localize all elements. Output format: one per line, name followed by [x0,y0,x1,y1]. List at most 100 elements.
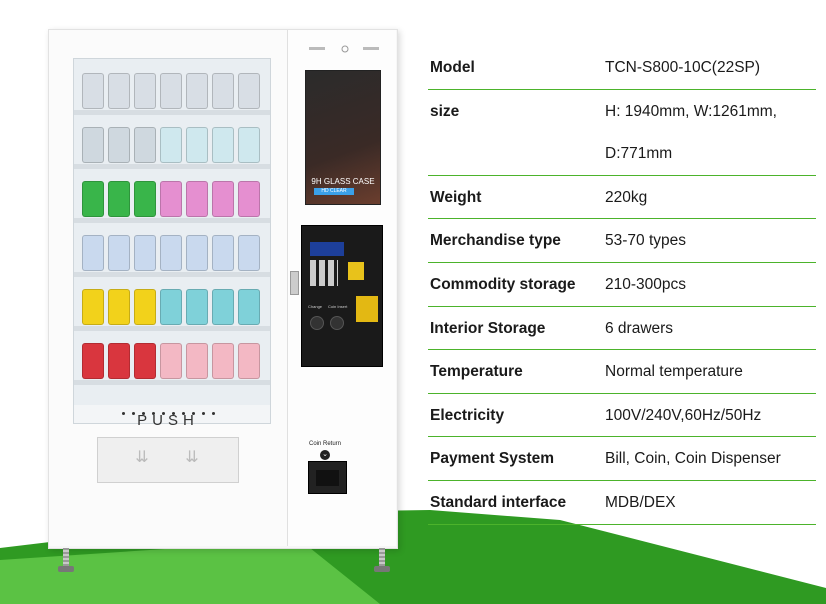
spec-value: 53-70 types [605,232,686,250]
product-shelf [74,175,270,223]
product-item [134,235,156,271]
product-shelf [74,121,270,169]
door-lock [290,271,299,295]
machine-foot [58,548,74,574]
spec-label: Electricity [430,406,505,424]
speaker-grille [309,45,379,53]
spec-row: Payment System Bill, Coin, Coin Dispenser [428,437,816,481]
vending-machine: PUSH ⇊ ⇊ 9H GLASS CASE HD CLEAR Change C… [48,29,398,549]
screen-badge: HD CLEAR [314,188,354,195]
spec-value: H: 1940mm, W:1261mm, [605,102,777,120]
product-item [186,73,208,109]
product-item [134,127,156,163]
spec-label: Merchandise type [430,232,561,250]
product-item [238,181,260,217]
spec-row: Merchandise type 53-70 types [428,219,816,263]
product-item [82,181,104,217]
spec-row: Commodity storage 210-300pcs [428,263,816,307]
chevron-down-icon: ⇊ [135,449,149,466]
product-item [238,73,260,109]
product-item [212,127,234,163]
machine-door: PUSH ⇊ ⇊ [49,30,288,546]
product-item [186,127,208,163]
change-button [310,316,324,330]
product-item [212,343,234,379]
product-item [186,181,208,217]
panel-label-change: Change [308,304,323,309]
product-item [108,73,130,109]
product-item [160,235,182,271]
product-item [160,127,182,163]
product-item [160,289,182,325]
product-shelf [74,283,270,331]
coin-return-label: Coin Return [308,441,341,447]
spec-row: Model TCN-S800-10C(22SP) [428,46,816,90]
advertising-screen: 9H GLASS CASE HD CLEAR [305,70,381,205]
product-item [212,73,234,109]
product-item [134,289,156,325]
spec-row: Interior Storage 6 drawers [428,307,816,351]
spec-label: Model [430,59,475,76]
spec-row: Weight 220kg [428,176,816,220]
product-item [134,343,156,379]
spec-label: size [430,102,460,120]
product-item [186,343,208,379]
product-item [82,235,104,271]
product-item [212,289,234,325]
coin-slot [348,262,364,280]
spec-row: size H: 1940mm, W:1261mm, [428,90,816,133]
spec-table: Model TCN-S800-10C(22SP) size H: 1940mm, W:… [428,46,816,525]
spec-label: Weight [430,188,482,206]
product-item [108,127,130,163]
product-item [82,289,104,325]
spec-label: Standard interface [430,493,567,511]
product-item [160,343,182,379]
product-item [108,181,130,217]
screen-text: 9H GLASS CASE [311,177,375,186]
spec-value: Bill, Coin, Coin Dispenser [605,450,781,468]
product-shelf [74,337,270,385]
spec-row: Electricity 100V/240V,60Hz/50Hz [428,394,816,438]
product-item [238,127,260,163]
push-label: PUSH [137,412,199,429]
spec-label: Interior Storage [430,319,546,337]
machine-foot [374,548,390,574]
spec-value: 220kg [605,188,648,206]
spec-value: 210-300pcs [605,275,687,293]
product-item [134,73,156,109]
bill-acceptor [356,296,378,322]
product-item [238,289,260,325]
spec-value: TCN-S800-10C(22SP) [605,59,761,76]
product-shelf [74,229,270,277]
spec-label: Temperature [430,363,523,381]
coin-insert-button [330,316,344,330]
spec-row: D:771mm [428,132,816,176]
spec-label: Payment System [430,450,555,468]
product-item [160,73,182,109]
product-item [186,289,208,325]
product-item [186,235,208,271]
payment-panel: Change Coin Insert [301,225,383,367]
product-item [134,181,156,217]
spec-label: Commodity storage [430,275,576,293]
product-item [238,235,260,271]
chevron-down-icon: ⌄ [320,450,330,460]
product-item [212,235,234,271]
panel-label-coin-insert: Coin Insert [328,304,348,309]
product-item [82,73,104,109]
product-item [82,343,104,379]
spec-value: MDB/DEX [605,493,676,511]
spec-value: Normal temperature [605,363,743,381]
spec-row: Standard interface MDB/DEX [428,481,816,525]
spec-row: Temperature Normal temperature [428,350,816,394]
product-item [82,127,104,163]
product-item [238,343,260,379]
spec-value: 6 drawers [605,319,674,337]
coin-return-cup [308,461,347,494]
spec-value: D:771mm [605,145,673,163]
spec-value: 100V/240V,60Hz/50Hz [605,406,762,424]
chevron-down-icon: ⇊ [185,449,199,466]
product-item [108,235,130,271]
keypad [310,260,338,286]
product-item [212,181,234,217]
